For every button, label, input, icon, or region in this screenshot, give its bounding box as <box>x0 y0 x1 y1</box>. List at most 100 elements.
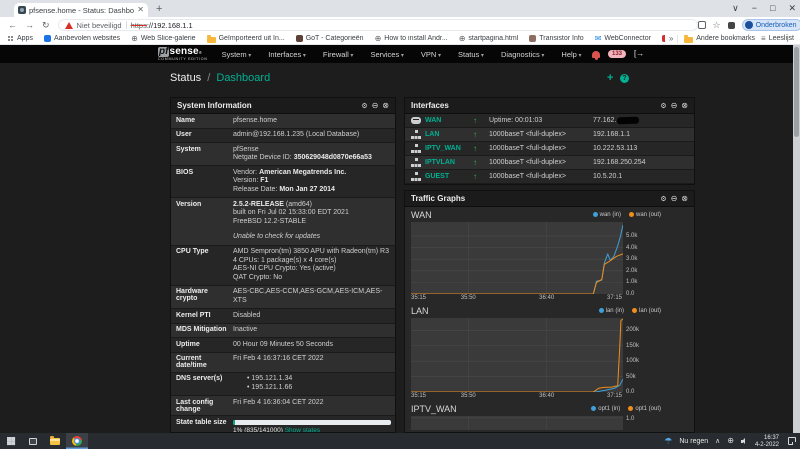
row-label: Last config change <box>171 395 229 417</box>
menu-system[interactable]: System <box>222 50 252 59</box>
interface-ip: 10.222.53.113 <box>593 145 638 152</box>
bookmark-item[interactable]: ⊕ How to install Andr... <box>375 35 448 43</box>
other-bookmarks-button[interactable]: Andere bookmarks <box>684 34 755 43</box>
wrench-icon[interactable]: ⚙ <box>660 195 666 203</box>
row-label: System <box>171 142 229 167</box>
menu-firewall[interactable]: Firewall <box>323 50 354 59</box>
folder-icon <box>206 34 216 43</box>
notifications-bell-icon[interactable] <box>592 50 600 60</box>
menu-diagnostics[interactable]: Diagnostics <box>501 50 544 59</box>
bookmark-item[interactable]: ⊕ Web Slice-galerie <box>131 35 195 43</box>
minimize-panel-icon[interactable]: ⊖ <box>372 101 379 110</box>
menu-services[interactable]: Services <box>370 50 403 59</box>
interface-row: GUEST ↑ 1000baseT <full-duplex> 10.5.20.1 <box>405 170 694 184</box>
interface-link[interactable]: GUEST <box>425 173 449 180</box>
help-icon[interactable]: ? <box>620 74 629 83</box>
lan-interface-icon <box>411 130 421 139</box>
wrench-icon[interactable]: ⚙ <box>660 102 666 110</box>
logout-icon[interactable]: [→ <box>634 50 644 58</box>
volume-icon[interactable] <box>740 438 748 445</box>
bookmark-item[interactable]: GoT - Categorieën <box>295 35 364 42</box>
value-line: Vendor: American Megatrends Inc. <box>233 168 347 176</box>
legend-label: lan (out) <box>638 307 661 314</box>
window-close-button[interactable]: ✕ <box>788 1 796 16</box>
close-panel-icon[interactable]: ⊗ <box>382 101 389 110</box>
taskbar-clock[interactable]: 16:37 4-2-2022 <box>755 435 779 448</box>
globe-icon: ⊕ <box>131 34 138 43</box>
menu-status[interactable]: Status <box>458 50 484 59</box>
interface-link[interactable]: IPTV_WAN <box>425 145 461 152</box>
graph-title-row: LAN lan (in) lan (out) <box>411 303 661 318</box>
window-maximize-button[interactable]: □ <box>770 1 775 16</box>
scrollbar-thumb[interactable] <box>794 47 799 137</box>
task-view-button[interactable] <box>22 433 44 449</box>
bookmark-item[interactable]: ⊕ startpagina.html <box>459 35 519 43</box>
omnibox[interactable]: Niet beveiligd https://192.168.1.1 <box>57 19 698 31</box>
row-label: DNS server(s) <box>171 372 229 397</box>
value-line: Inactive <box>233 326 258 334</box>
site-icon <box>295 35 303 42</box>
interface-name-cell: WAN <box>411 117 473 124</box>
back-icon[interactable]: ← <box>8 20 17 30</box>
chrome-taskbar-button[interactable] <box>66 433 88 449</box>
new-tab-button[interactable]: + <box>156 4 162 15</box>
table-row: System pfSense Netgate Device ID: 35062904… <box>171 142 395 167</box>
share-icon[interactable] <box>697 21 706 29</box>
bookmark-item[interactable]: ✉ WebConnector <box>595 35 651 43</box>
interface-link[interactable]: LAN <box>425 131 439 138</box>
start-button[interactable] <box>0 433 22 449</box>
legend-item: opt1 (out) <box>628 406 661 412</box>
pfsense-navbar: pf sense ® COMMUNITY EDITION System Inter… <box>0 45 800 63</box>
forward-icon[interactable]: → <box>25 20 34 30</box>
weather-umbrella-icon[interactable]: ☂ <box>664 436 672 446</box>
reading-list-button[interactable]: ≡ Leeslijst <box>761 34 794 43</box>
page-scrollbar[interactable] <box>793 45 800 433</box>
close-panel-icon[interactable]: ⊗ <box>681 101 688 110</box>
add-widget-icon[interactable]: + <box>607 73 613 84</box>
tab-search-icon[interactable]: ∨ <box>732 1 739 16</box>
menu-help[interactable]: Help <box>561 50 581 59</box>
bookmarks-bar: Apps Aanbevolen websites ⊕ Web Slice-galeri… <box>0 33 800 45</box>
bookmark-label: startpagina.html <box>468 35 519 42</box>
system-information-panel: System Information ⚙ ⊖ ⊗ Name pfsense.hom… <box>170 97 396 433</box>
profile-button[interactable]: Onderbroken <box>741 19 800 31</box>
minimize-panel-icon[interactable]: ⊖ <box>671 101 678 110</box>
url-text[interactable]: https://192.168.1.1 <box>131 21 193 30</box>
menu-interfaces[interactable]: Interfaces <box>268 50 306 59</box>
file-explorer-button[interactable] <box>44 433 66 449</box>
menu-vpn[interactable]: VPN <box>421 50 441 59</box>
breadcrumb-section[interactable]: Status <box>170 72 201 84</box>
close-panel-icon[interactable]: ⊗ <box>681 194 688 203</box>
action-center-icon[interactable] <box>788 437 796 445</box>
minimize-panel-icon[interactable]: ⊖ <box>671 194 678 203</box>
bookmark-label: WebConnector <box>604 35 651 42</box>
weather-label[interactable]: Nu regen <box>679 438 708 445</box>
row-label: Uptime <box>171 337 229 353</box>
bookmark-item[interactable]: Aanbevolen websites <box>43 35 120 42</box>
tab-close-icon[interactable]: ✕ <box>137 6 144 14</box>
bookmark-item[interactable]: Geïmporteerd uit In... <box>206 34 285 43</box>
row-label: Current date/time <box>171 352 229 373</box>
pfsense-logo[interactable]: pf sense ® COMMUNITY EDITION <box>158 46 208 62</box>
reading-list-label: Leeslijst <box>768 35 794 42</box>
interface-link[interactable]: WAN <box>425 117 441 124</box>
bookmark-item[interactable]: Transistor Info <box>529 35 584 42</box>
wrench-icon[interactable]: ⚙ <box>361 102 367 110</box>
network-icon[interactable]: ⊕ <box>727 437 734 445</box>
hidden-icons-chevron[interactable]: ∧ <box>715 437 720 445</box>
interface-link[interactable]: IPTVLAN <box>425 159 455 166</box>
interface-media: 1000baseT <full-duplex> <box>489 145 566 152</box>
row-label: User <box>171 128 229 144</box>
table-row: BIOS Vendor: American Megatrends Inc. Vers… <box>171 165 395 199</box>
notifications-badge[interactable]: 133 <box>608 50 627 58</box>
bookmark-item[interactable]: Apps <box>7 35 33 42</box>
bookmarks-overflow-icon[interactable]: » <box>665 34 677 43</box>
browser-tab[interactable]: pfsense.home - Status: Dashbo ✕ <box>14 3 148 17</box>
reload-icon[interactable]: ↻ <box>42 20 50 30</box>
security-chip-label[interactable]: Niet beveiligd <box>77 21 122 30</box>
legend-label: wan (in) <box>599 211 621 218</box>
window-minimize-button[interactable]: − <box>752 1 757 16</box>
extensions-icon[interactable] <box>727 21 735 29</box>
profile-avatar <box>744 21 753 29</box>
bookmark-star-icon[interactable]: ☆ <box>713 20 721 30</box>
